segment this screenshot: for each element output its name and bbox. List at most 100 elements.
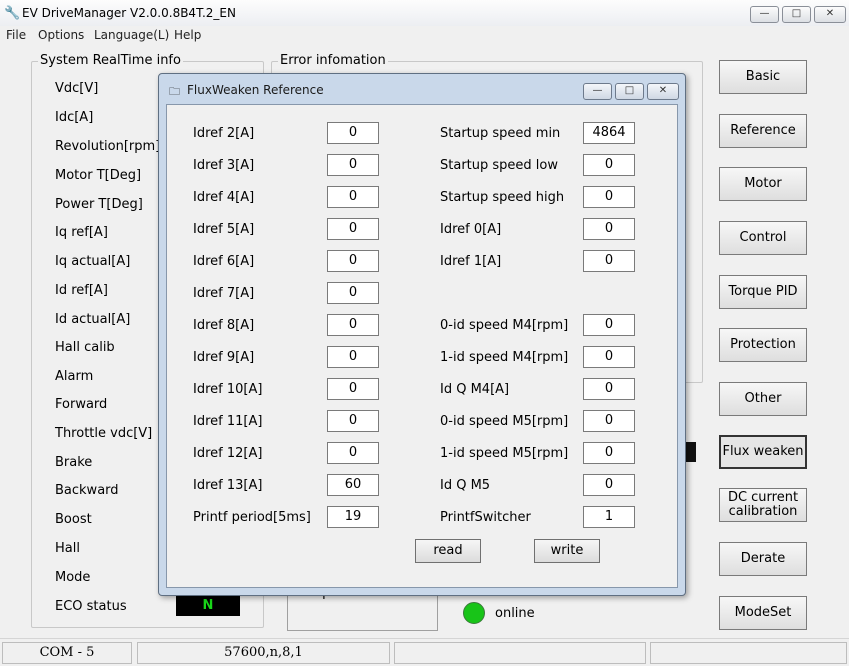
left-field-label: Idref 10[A] bbox=[193, 382, 263, 397]
realtime-label: Boost bbox=[55, 512, 92, 527]
motor-button[interactable]: Motor bbox=[719, 167, 807, 201]
realtime-group-title: System RealTime info bbox=[38, 53, 183, 68]
left-field-label: Idref 6[A] bbox=[193, 254, 255, 269]
menu-help[interactable]: Help bbox=[174, 28, 201, 42]
realtime-label: Motor T[Deg] bbox=[55, 168, 142, 183]
right-field-input[interactable]: 0 bbox=[583, 154, 635, 176]
realtime-label: ECO status bbox=[55, 599, 127, 614]
left-field-input[interactable]: 0 bbox=[327, 186, 379, 208]
dialog-maximize-icon[interactable]: □ bbox=[615, 83, 644, 100]
realtime-label: Brake bbox=[55, 455, 93, 470]
left-field-label: Printf period[5ms] bbox=[193, 510, 311, 525]
indicator-edge bbox=[686, 442, 696, 462]
torque-pid-button[interactable]: Torque PID bbox=[719, 275, 807, 309]
right-field-label: Idref 1[A] bbox=[440, 254, 502, 269]
error-group-title: Error infomation bbox=[278, 53, 388, 68]
right-field-label: Startup speed min bbox=[440, 126, 561, 141]
right-field-input[interactable]: 0 bbox=[583, 186, 635, 208]
right-field-input[interactable]: 0 bbox=[583, 474, 635, 496]
left-field-input[interactable]: 19 bbox=[327, 506, 379, 528]
right-field-input[interactable]: 4864 bbox=[583, 122, 635, 144]
realtime-label: Idc[A] bbox=[55, 110, 94, 125]
menu-bar: File Options Language(L) Help bbox=[0, 26, 849, 44]
protection-button[interactable]: Protection bbox=[719, 328, 807, 362]
realtime-label: Revolution[rpm] bbox=[55, 139, 161, 154]
dialog-body: Idref 2[A] 0 Idref 3[A] 0 Idref 4[A] 0 Idref 5… bbox=[166, 104, 678, 588]
modeset-button[interactable]: ModeSet bbox=[719, 596, 807, 630]
window-title: EV DriveManager V2.0.0.8B4T.2_EN bbox=[22, 6, 236, 20]
close-icon[interactable]: ✕ bbox=[814, 6, 846, 23]
dialog-close-icon[interactable]: ✕ bbox=[647, 83, 679, 100]
control-button[interactable]: Control bbox=[719, 221, 807, 255]
left-field-label: Idref 3[A] bbox=[193, 158, 255, 173]
menu-file[interactable]: File bbox=[6, 28, 26, 42]
realtime-label: Iq ref[A] bbox=[55, 225, 108, 240]
eco-status-value: N bbox=[176, 596, 240, 616]
dialog-icon: 🗀 bbox=[169, 85, 180, 98]
maximize-icon[interactable]: □ bbox=[782, 6, 811, 23]
realtime-label: Hall bbox=[55, 541, 80, 556]
realtime-label: Id ref[A] bbox=[55, 283, 108, 298]
left-field-label: Idref 11[A] bbox=[193, 414, 263, 429]
left-field-input[interactable]: 60 bbox=[327, 474, 379, 496]
minimize-icon[interactable]: — bbox=[750, 6, 779, 23]
title-bar: 🔧 EV DriveManager V2.0.0.8B4T.2_EN — □ ✕ bbox=[0, 0, 849, 26]
right-field-input[interactable]: 0 bbox=[583, 442, 635, 464]
right-field-input[interactable]: 0 bbox=[583, 218, 635, 240]
left-field-label: Idref 12[A] bbox=[193, 446, 263, 461]
left-field-input[interactable]: 0 bbox=[327, 410, 379, 432]
realtime-label: Mode bbox=[55, 570, 91, 585]
left-field-input[interactable]: 0 bbox=[327, 346, 379, 368]
right-field-input[interactable]: 0 bbox=[583, 314, 635, 336]
dialog-minimize-icon[interactable]: — bbox=[583, 83, 612, 100]
realtime-label: Power T[Deg] bbox=[55, 197, 143, 212]
read-button[interactable]: read bbox=[415, 539, 481, 563]
right-field-input[interactable]: 0 bbox=[583, 250, 635, 272]
left-field-input[interactable]: 0 bbox=[327, 122, 379, 144]
derate-button[interactable]: Derate bbox=[719, 542, 807, 576]
other-button[interactable]: Other bbox=[719, 382, 807, 416]
left-field-label: Idref 2[A] bbox=[193, 126, 255, 141]
online-indicator-icon bbox=[463, 602, 485, 624]
dc-current-calibration-button[interactable]: DC current calibration bbox=[719, 488, 807, 522]
online-label: online bbox=[495, 606, 535, 621]
realtime-label: Id actual[A] bbox=[55, 312, 131, 327]
status-port: COM - 5 bbox=[2, 642, 132, 664]
right-field-label: Id Q M4[A] bbox=[440, 382, 510, 397]
flux-weaken-button[interactable]: Flux weaken bbox=[719, 435, 807, 469]
left-field-label: Idref 5[A] bbox=[193, 222, 255, 237]
left-field-input[interactable]: 0 bbox=[327, 218, 379, 240]
left-field-input[interactable]: 0 bbox=[327, 314, 379, 336]
right-field-label: Startup speed low bbox=[440, 158, 558, 173]
left-field-label: Idref 8[A] bbox=[193, 318, 255, 333]
status-panel-4 bbox=[650, 642, 847, 664]
realtime-label: Alarm bbox=[55, 369, 94, 384]
left-field-label: Idref 4[A] bbox=[193, 190, 255, 205]
right-field-input[interactable]: 0 bbox=[583, 410, 635, 432]
left-field-input[interactable]: 0 bbox=[327, 282, 379, 304]
left-field-input[interactable]: 0 bbox=[327, 154, 379, 176]
right-field-input[interactable]: 0 bbox=[583, 378, 635, 400]
right-field-input[interactable]: 1 bbox=[583, 506, 635, 528]
left-field-input[interactable]: 0 bbox=[327, 250, 379, 272]
menu-options[interactable]: Options bbox=[38, 28, 84, 42]
realtime-label: Vdc[V] bbox=[55, 81, 99, 96]
app-icon: 🔧 bbox=[4, 6, 21, 21]
reference-button[interactable]: Reference bbox=[719, 114, 807, 148]
realtime-label: Iq actual[A] bbox=[55, 254, 131, 269]
menu-language[interactable]: Language(L) bbox=[94, 28, 169, 42]
fluxweaken-dialog: 🗀 FluxWeaken Reference — □ ✕ Idref 2[A] 0… bbox=[158, 73, 686, 596]
left-field-input[interactable]: 0 bbox=[327, 442, 379, 464]
dialog-title: FluxWeaken Reference bbox=[187, 83, 324, 97]
write-button[interactable]: write bbox=[534, 539, 600, 563]
right-field-label: 0-id speed M4[rpm] bbox=[440, 318, 569, 333]
right-field-input[interactable]: 0 bbox=[583, 346, 635, 368]
left-field-label: Idref 13[A] bbox=[193, 478, 263, 493]
status-settings: 57600,n,8,1 bbox=[137, 642, 390, 664]
basic-button[interactable]: Basic bbox=[719, 60, 807, 94]
left-field-input[interactable]: 0 bbox=[327, 378, 379, 400]
realtime-label: Throttle vdc[V] bbox=[55, 426, 153, 441]
right-field-label: 1-id speed M5[rpm] bbox=[440, 446, 569, 461]
right-field-label: 0-id speed M5[rpm] bbox=[440, 414, 569, 429]
right-field-label: Id Q M5 bbox=[440, 478, 491, 493]
